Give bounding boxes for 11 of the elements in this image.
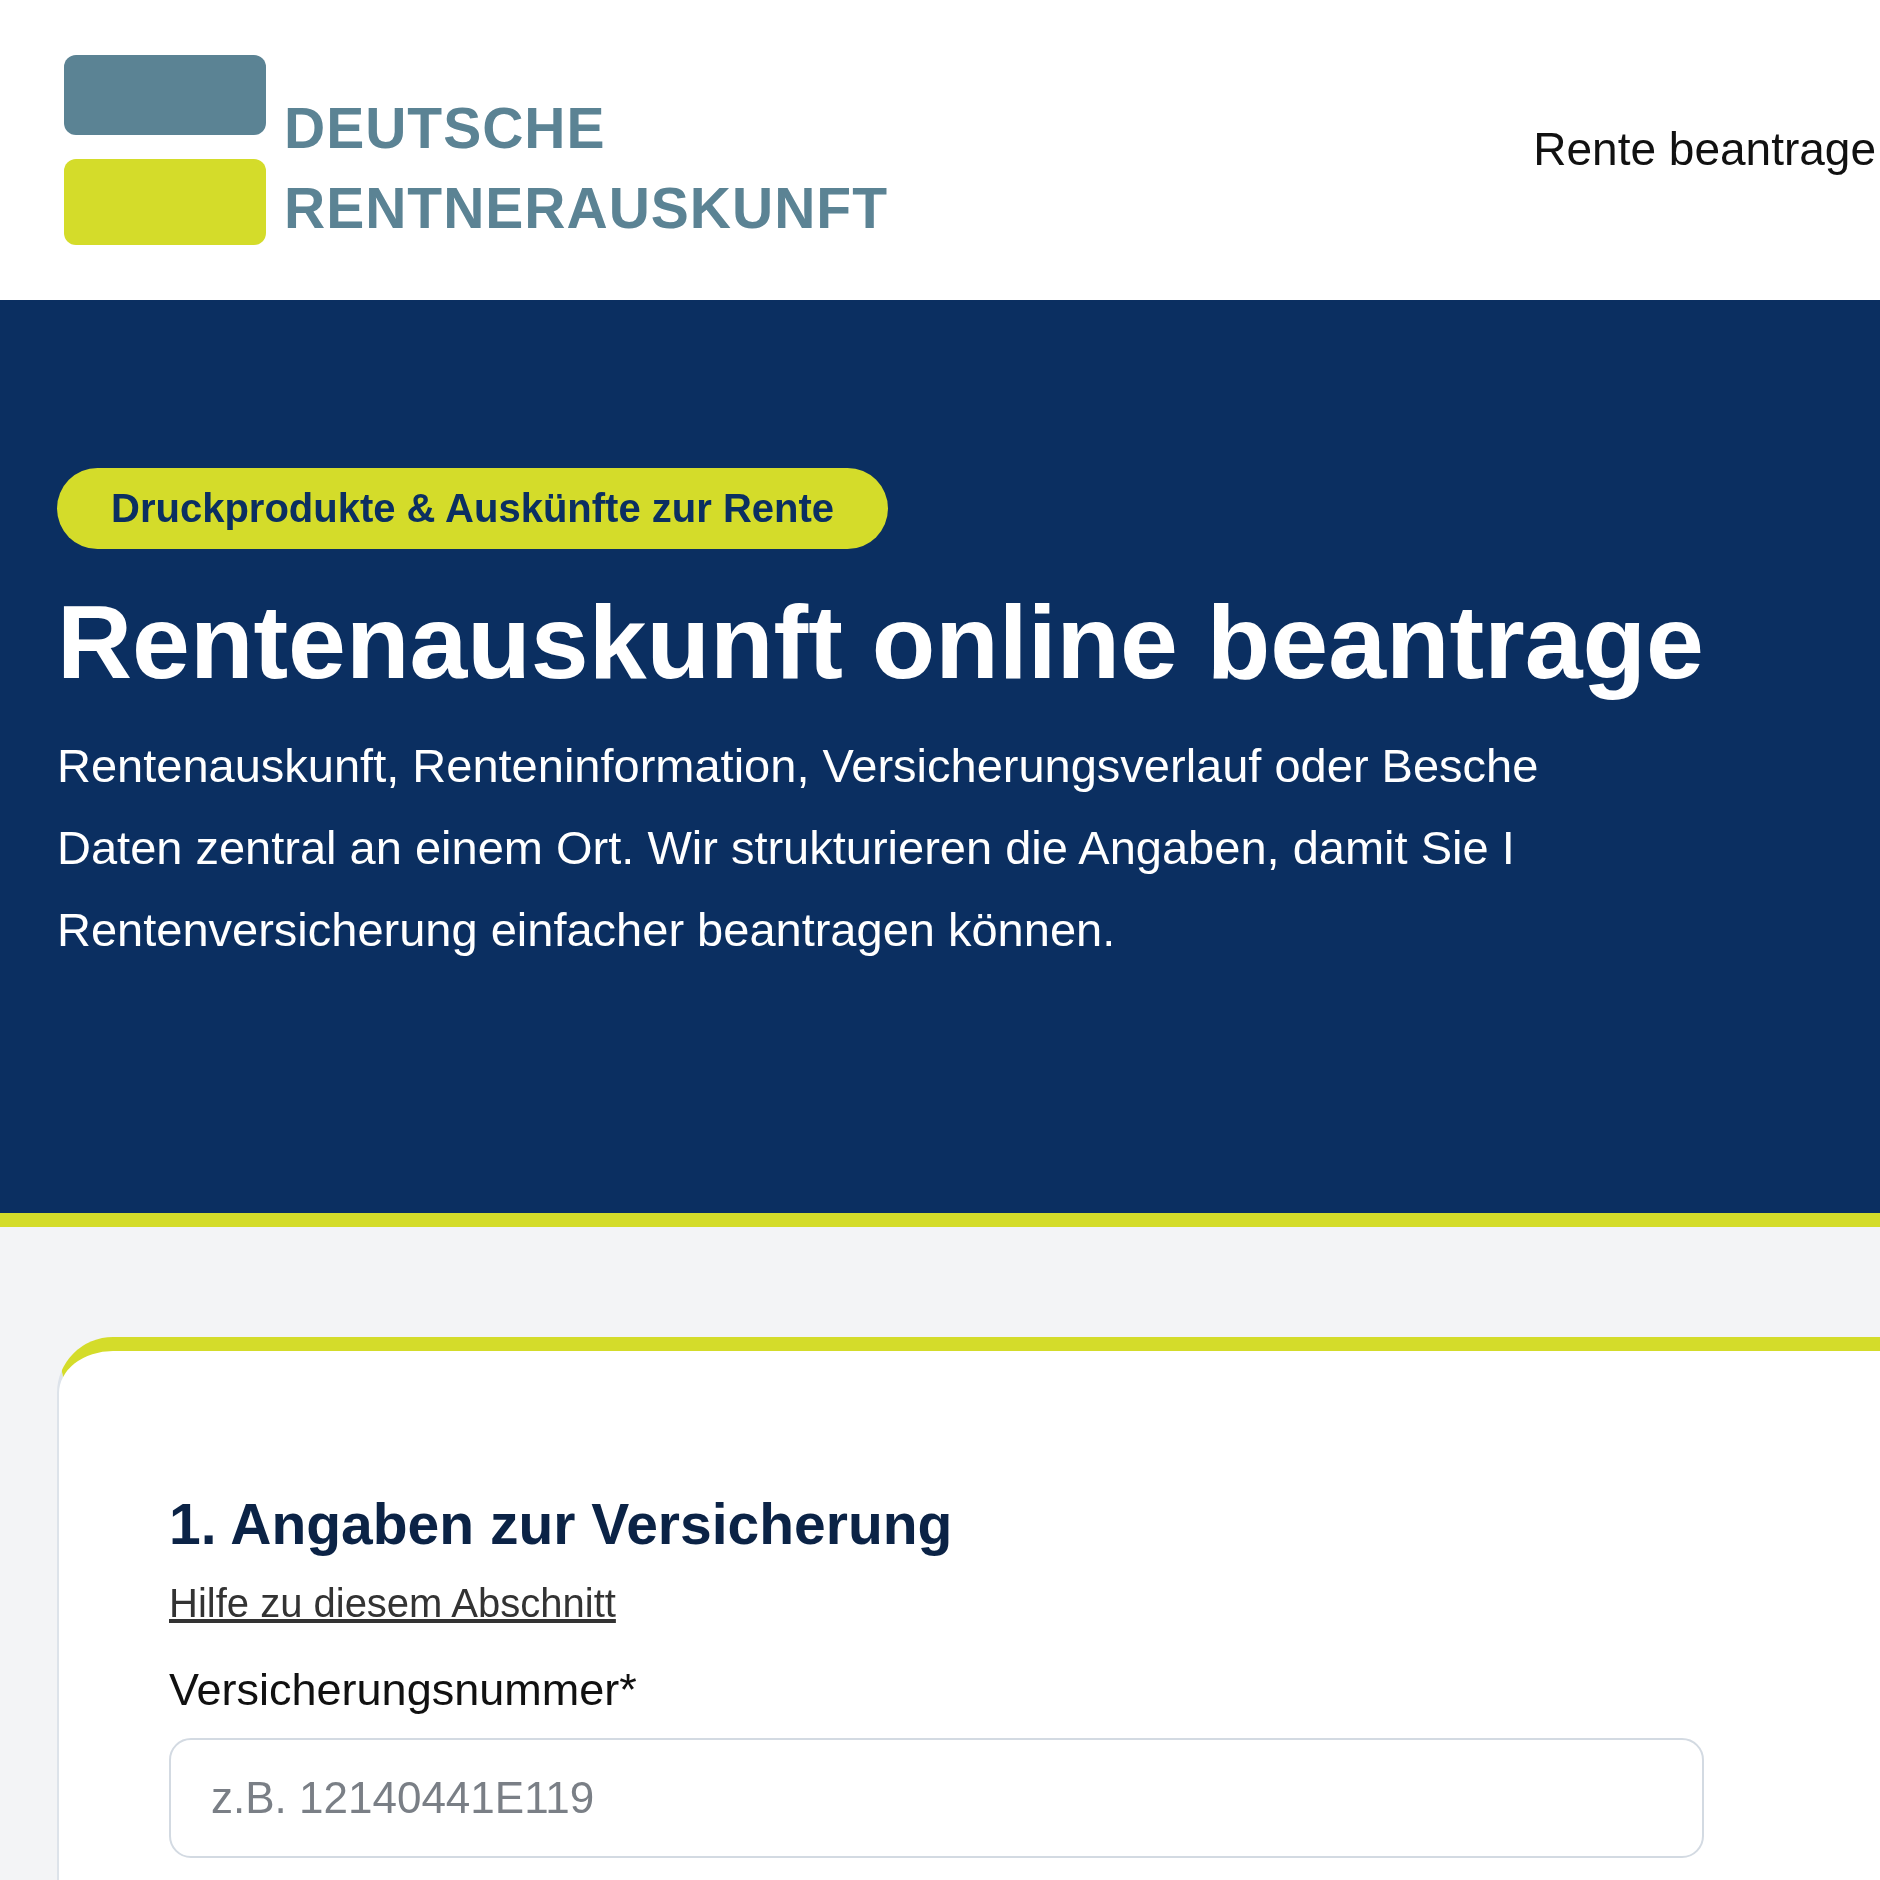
logo-icon [64, 55, 266, 245]
section-title: 1. Angaben zur Versicherung [169, 1491, 954, 1557]
category-badge: Druckprodukte & Auskünfte zur Rente [57, 468, 889, 549]
input-field[interactable]: z.B. 12140441E119 [169, 1738, 1704, 1858]
intro-paragraph: Rentenauskunft, Renteninformation, Versicherungsverlauf oder Besche Daten zentral an einem Ort. Wir strukturieren die Angaben, damit Sie I Rentenversicherung einfacher beantragen können. [57, 738, 1540, 959]
nav-link[interactable]: Rente beantrage [1533, 122, 1880, 176]
help-link[interactable]: Hilfe zu diesem Abschnitt [169, 1581, 616, 1626]
field-label: Versicherungsnummer* [169, 1664, 638, 1716]
logo-text: DEUTSCHE [284, 95, 607, 162]
page-title: Rentenauskunft online beantrage [57, 585, 1705, 700]
logo-text: RENTNERAUSKUNFT [284, 175, 888, 242]
